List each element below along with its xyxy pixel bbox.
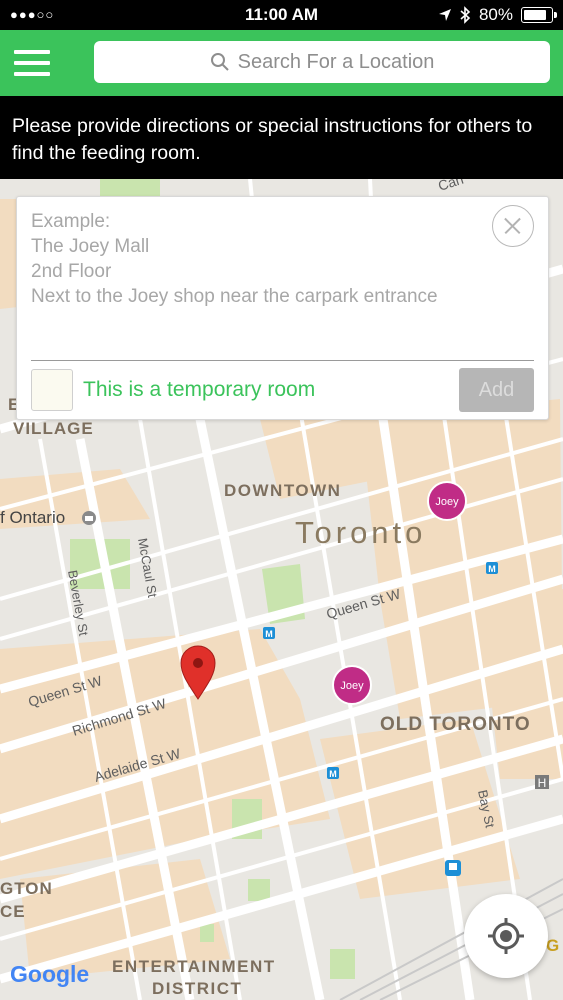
map-label-toronto: Toronto bbox=[295, 515, 426, 550]
map-label-district: DISTRICT bbox=[152, 979, 242, 998]
map-label-old-toronto: OLD TORONTO bbox=[380, 714, 531, 735]
metro-icon: M bbox=[486, 562, 498, 574]
svg-text:Joey: Joey bbox=[435, 496, 459, 508]
metro-icon: M bbox=[263, 627, 275, 639]
temporary-room-checkbox[interactable] bbox=[31, 369, 73, 411]
close-icon[interactable] bbox=[492, 205, 534, 247]
svg-text:M: M bbox=[488, 564, 496, 574]
search-icon bbox=[210, 53, 229, 71]
top-bar: Search For a Location bbox=[0, 30, 563, 96]
svg-text:M: M bbox=[329, 769, 337, 779]
battery-percent: 80% bbox=[478, 5, 513, 24]
search-placeholder: Search For a Location bbox=[237, 50, 435, 73]
location-arrow-icon bbox=[438, 9, 451, 21]
train-station-icon bbox=[445, 860, 461, 876]
add-button[interactable]: Add bbox=[459, 368, 534, 412]
instructions-card: Example: The Joey Mall 2nd Floor Next to… bbox=[16, 196, 549, 420]
temporary-room-label: This is a temporary room bbox=[83, 378, 316, 401]
svg-text:Joey: Joey bbox=[340, 680, 364, 692]
hamburger-icon[interactable] bbox=[14, 50, 50, 76]
instructions-banner: Please provide directions or special ins… bbox=[0, 96, 563, 179]
bluetooth-icon bbox=[460, 6, 471, 24]
joey-marker[interactable]: Joey bbox=[427, 481, 467, 521]
map-label-downtown: DOWNTOWN bbox=[224, 481, 341, 500]
hospital-icon: H bbox=[535, 775, 549, 790]
map-label-entertainment: ENTERTAINMENT bbox=[112, 957, 276, 976]
status-bar: ●●●○○ 11:00 AM 80% bbox=[0, 0, 563, 30]
input-underline bbox=[31, 360, 534, 361]
map-label-of-ontario: f Ontario bbox=[0, 508, 65, 527]
museum-icon bbox=[82, 511, 96, 525]
crosshair-icon bbox=[488, 918, 524, 954]
search-input[interactable]: Search For a Location bbox=[94, 41, 550, 83]
svg-text:M: M bbox=[265, 629, 273, 639]
map-label-gton: GTON bbox=[0, 879, 53, 898]
joey-marker[interactable]: Joey bbox=[332, 665, 372, 705]
svg-text:H: H bbox=[538, 776, 547, 790]
battery-icon bbox=[521, 7, 557, 23]
instructions-textarea[interactable]: Example: The Joey Mall 2nd Floor Next to… bbox=[31, 209, 471, 309]
map-label-village: VILLAGE bbox=[13, 419, 94, 438]
metro-icon: M bbox=[327, 767, 339, 779]
my-location-button[interactable] bbox=[464, 894, 548, 978]
map-label-ce: CE bbox=[0, 902, 26, 921]
google-attribution: Google bbox=[10, 961, 89, 987]
status-icons: 80% bbox=[438, 5, 557, 25]
